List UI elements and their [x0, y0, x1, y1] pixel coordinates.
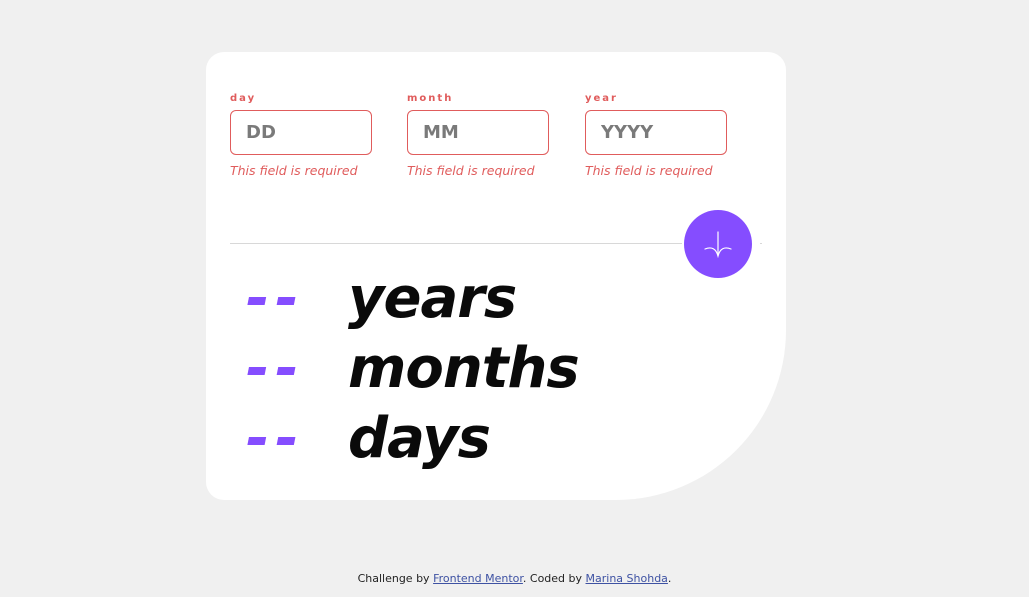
results: -- years -- months -- days [246, 264, 580, 474]
month-field: month This field is required [407, 92, 549, 178]
days-value: -- [246, 406, 305, 471]
submit-button[interactable] [684, 210, 752, 278]
day-label: day [230, 93, 257, 104]
attribution-suffix: . [667, 572, 672, 585]
month-error-message: This field is required [407, 163, 535, 178]
month-input[interactable] [407, 110, 549, 155]
year-field: year This field is required [585, 92, 727, 178]
day-input[interactable] [230, 110, 372, 155]
days-unit: days [348, 406, 491, 471]
frontend-mentor-link[interactable]: Frontend Mentor [433, 572, 523, 585]
arrow-down-icon [704, 231, 732, 259]
divider [230, 243, 682, 244]
divider-tail [760, 243, 762, 244]
attribution: Challenge by Frontend Mentor. Coded by M… [0, 572, 1029, 585]
day-error-message: This field is required [230, 163, 358, 178]
age-calculator-card: day This field is required month This fi… [206, 52, 786, 500]
years-unit: years [348, 266, 517, 331]
day-field: day This field is required [230, 92, 372, 178]
months-result: -- months [246, 334, 580, 404]
years-value: -- [246, 266, 305, 331]
month-label: month [407, 93, 454, 104]
year-error-message: This field is required [585, 163, 713, 178]
attribution-middle: . Coded by [522, 572, 586, 585]
months-unit: months [348, 336, 580, 401]
author-link[interactable]: Marina Shohda [586, 572, 668, 585]
months-value: -- [246, 336, 305, 401]
attribution-prefix: Challenge by [357, 572, 434, 585]
days-result: -- days [246, 404, 579, 474]
year-label: year [585, 93, 618, 104]
year-input[interactable] [585, 110, 727, 155]
years-result: -- years [246, 264, 579, 334]
